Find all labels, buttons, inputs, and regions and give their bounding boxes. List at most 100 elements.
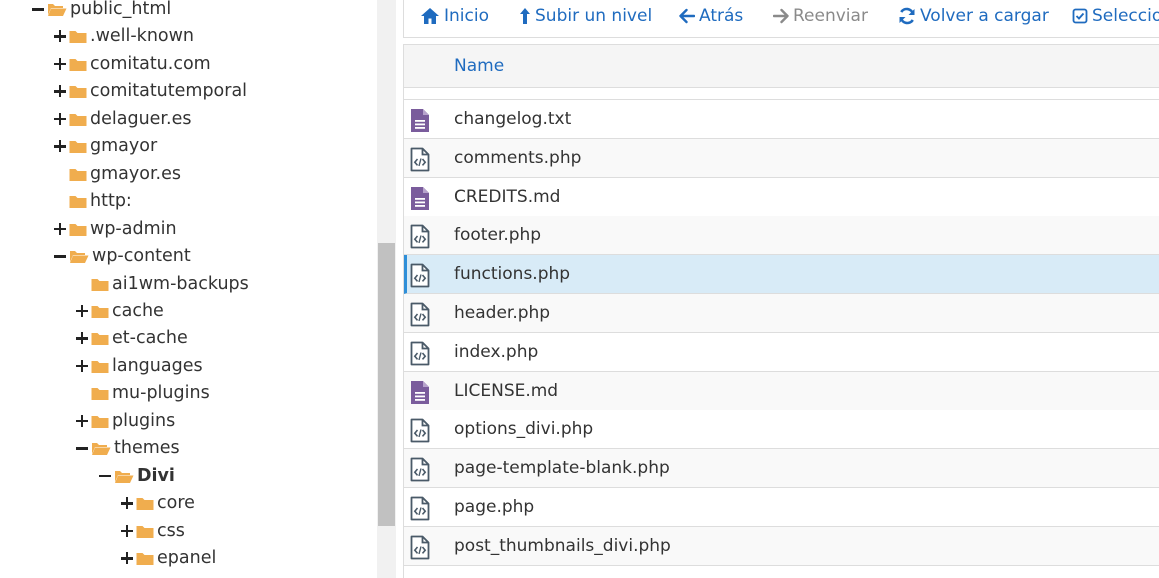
code-file-icon	[410, 457, 430, 487]
file-list: Name changelog.txt comments.php CREDITS.md…	[403, 44, 1159, 578]
tree-item[interactable]: plugins	[76, 408, 175, 435]
refresh-icon	[898, 7, 920, 25]
scrollbar-thumb[interactable]	[378, 243, 395, 526]
expand-plus-icon[interactable]	[76, 408, 88, 435]
file-row[interactable]: post_thumbnails_divi.php	[404, 526, 1159, 566]
tree-item[interactable]: .well-known	[54, 23, 194, 50]
file-name: page.php	[454, 497, 535, 517]
collapse-minus-icon[interactable]	[76, 435, 88, 462]
toolbar-button-inicio[interactable]: Inicio	[420, 0, 489, 32]
tree-item[interactable]: cache	[76, 298, 164, 325]
tree-item-label: comitatutemporal	[90, 81, 248, 102]
tree-item[interactable]: gmayor	[54, 133, 157, 160]
name-column-header[interactable]: Name	[454, 56, 504, 76]
file-list-header: Name	[404, 44, 1159, 88]
tree-item[interactable]: core	[121, 490, 195, 517]
tree-item[interactable]: themes	[76, 435, 180, 462]
tree-item-label: languages	[112, 355, 203, 376]
file-name: header.php	[454, 303, 551, 323]
arrow-right-icon	[773, 8, 793, 24]
tree-item-label: public_html	[70, 0, 172, 19]
file-row[interactable]: changelog.txt	[404, 100, 1159, 139]
toggle-spacer	[76, 271, 88, 298]
tree-item[interactable]: et-cache	[76, 325, 188, 352]
tree-item[interactable]: gmayor.es	[54, 161, 181, 188]
folder-icon	[69, 196, 87, 209]
toolbar-button-label: Seleccionar todo	[1092, 6, 1159, 26]
tree-item[interactable]: comitatu.com	[54, 51, 211, 78]
tree-item[interactable]: languages	[76, 353, 203, 380]
code-file-icon	[410, 147, 430, 177]
file-row[interactable]: header.php	[404, 294, 1159, 333]
tree-item[interactable]: ai1wm-backups	[76, 271, 249, 298]
tree-item[interactable]: public_html	[32, 0, 171, 23]
tree-item[interactable]: comitatutemporal	[54, 78, 247, 105]
toggle-spacer	[54, 188, 66, 215]
folder-icon	[91, 305, 109, 318]
file-row[interactable]: page-template-blank.php	[404, 449, 1159, 489]
file-name: functions.php	[454, 264, 571, 285]
toolbar-button-volver-a-cargar[interactable]: Volver a cargar	[898, 0, 1049, 32]
tree-item[interactable]: Divi	[99, 463, 175, 490]
folder-icon	[69, 31, 87, 44]
tree-item[interactable]: epanel	[121, 545, 216, 572]
file-row[interactable]: options_divi.php	[404, 410, 1159, 450]
tree-scrollbar[interactable]	[377, 0, 396, 578]
toolbar-button-label: Subir un nivel	[535, 6, 653, 26]
collapse-minus-icon[interactable]	[32, 0, 44, 23]
collapse-minus-icon[interactable]	[99, 463, 111, 490]
file-name: page-template-blank.php	[454, 458, 670, 479]
expand-plus-icon[interactable]	[121, 490, 133, 517]
file-row[interactable]: page.php	[404, 488, 1159, 527]
folder-tree: public_html .well-known comitatu.com comita…	[0, 0, 377, 578]
expand-plus-icon[interactable]	[54, 133, 66, 160]
file-name: post_thumbnails_divi.php	[454, 535, 671, 556]
file-row-selected[interactable]: functions.php	[404, 255, 1159, 295]
tree-item-label: epanel	[157, 548, 217, 568]
folder-icon	[91, 360, 109, 373]
tree-item-label: Divi	[137, 465, 175, 486]
expand-plus-icon[interactable]	[54, 51, 66, 78]
expand-plus-icon[interactable]	[54, 78, 66, 105]
toolbar-button-atr-s[interactable]: Atrás	[679, 0, 743, 32]
code-file-icon	[410, 224, 430, 254]
expand-plus-icon[interactable]	[76, 298, 88, 325]
tree-item-label: delaguer.es	[90, 108, 192, 129]
text-file-icon	[410, 108, 430, 138]
code-file-icon	[410, 418, 430, 448]
tree-item-label: cache	[112, 300, 164, 321]
tree-item[interactable]: css	[121, 518, 185, 545]
folder-icon	[69, 141, 87, 154]
expand-plus-icon[interactable]	[76, 325, 88, 352]
toolbar-button-subir-un-nivel[interactable]: Subir un nivel	[519, 0, 652, 32]
expand-plus-icon[interactable]	[121, 545, 133, 572]
tree-item-label: comitatu.com	[90, 53, 211, 74]
tree-item[interactable]: http:	[54, 188, 132, 215]
toggle-spacer	[54, 161, 66, 188]
expand-plus-icon[interactable]	[54, 23, 66, 50]
tree-item-label: gmayor	[90, 136, 158, 157]
file-row[interactable]: index.php	[404, 332, 1159, 372]
tree-item[interactable]: wp-content	[54, 243, 191, 270]
file-row[interactable]: CREDITS.md	[404, 177, 1159, 217]
collapse-minus-icon[interactable]	[54, 243, 66, 270]
tree-item[interactable]: delaguer.es	[54, 106, 191, 133]
text-file-icon	[410, 186, 430, 216]
tree-item[interactable]: mu-plugins	[76, 380, 210, 407]
tree-item[interactable]: wp-admin	[54, 216, 177, 243]
folder-icon	[136, 553, 154, 565]
toolbar-button-seleccionar-todo[interactable]: Seleccionar todo	[1072, 0, 1159, 32]
expand-plus-icon[interactable]	[54, 216, 66, 243]
expand-plus-icon[interactable]	[121, 518, 133, 545]
folder-icon	[91, 415, 109, 428]
checkbox-icon	[1072, 8, 1092, 24]
file-row[interactable]: LICENSE.md	[404, 371, 1159, 411]
code-file-icon	[410, 496, 430, 526]
expand-plus-icon[interactable]	[54, 106, 66, 133]
expand-plus-icon[interactable]	[76, 353, 88, 380]
file-row[interactable]: comments.php	[404, 138, 1159, 178]
tree-item-label: mu-plugins	[112, 383, 210, 404]
file-row[interactable]: footer.php	[404, 216, 1159, 256]
toolbar-button-reenviar: Reenviar	[773, 0, 868, 32]
folder-icon	[136, 525, 154, 538]
